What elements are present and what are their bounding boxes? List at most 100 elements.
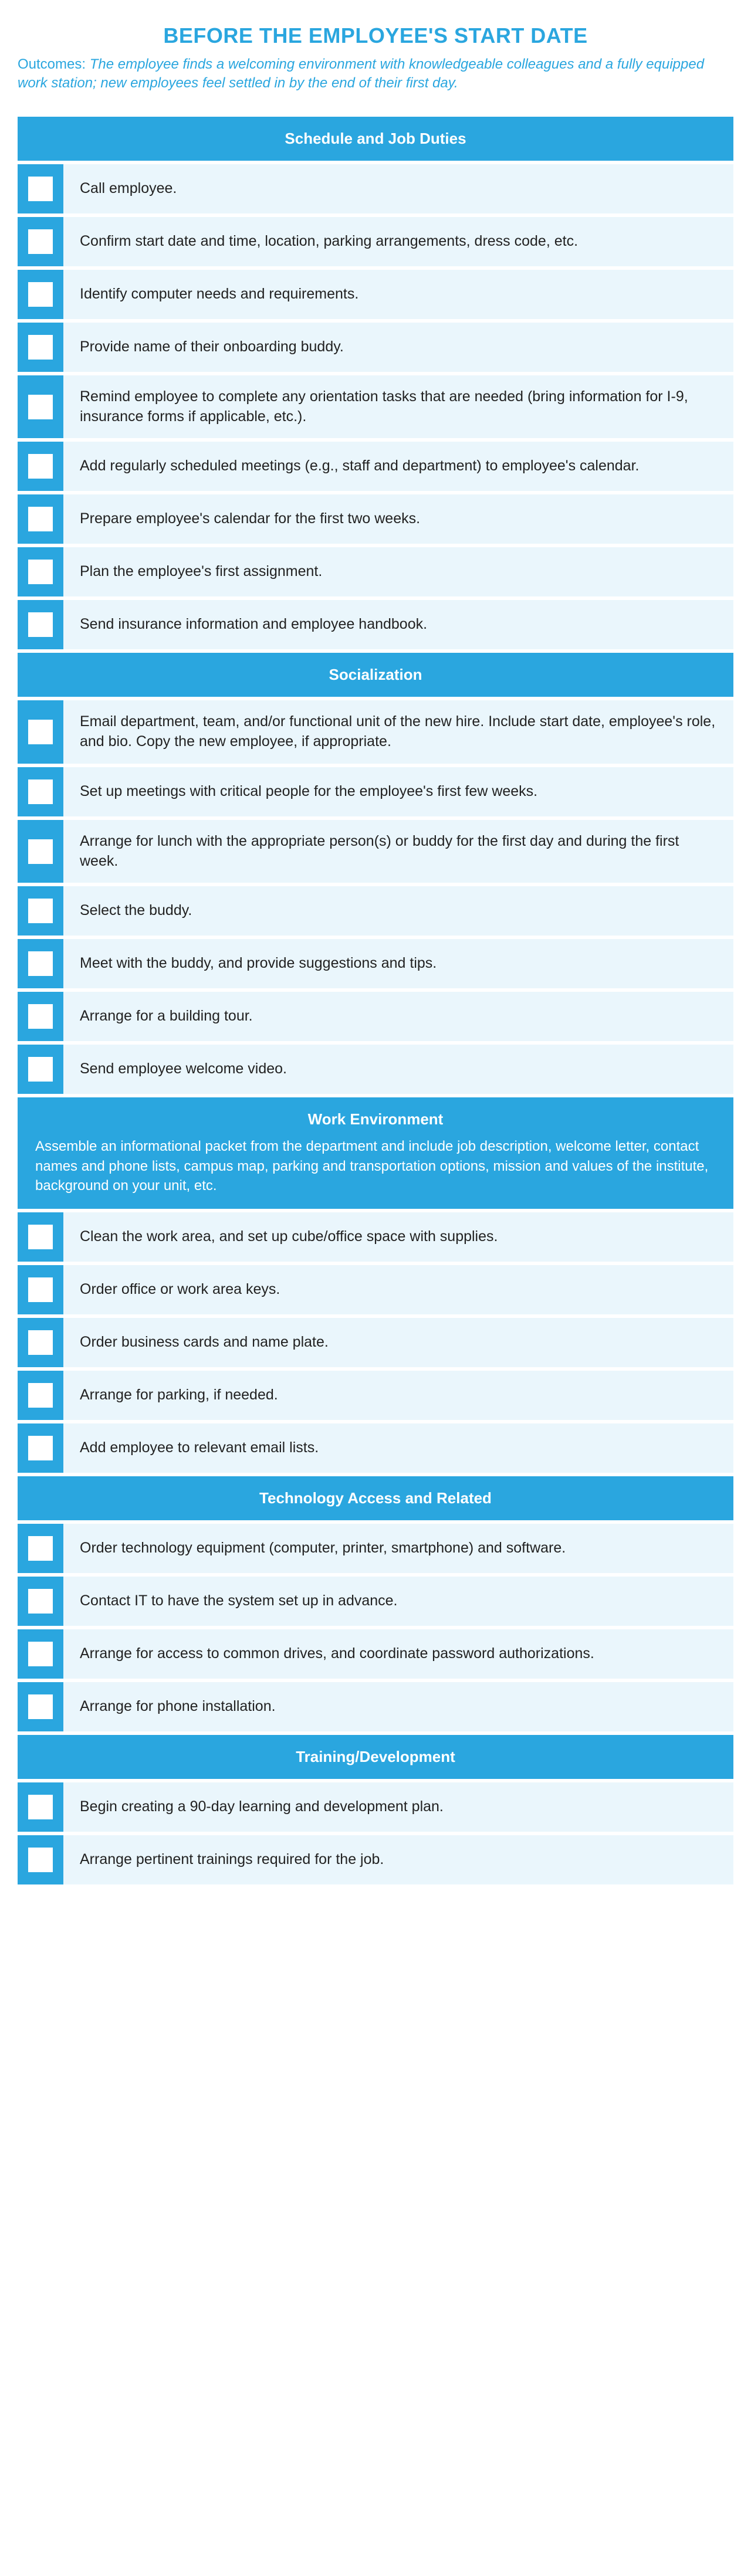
section-header-training: Training/Development [18, 1735, 733, 1779]
checkbox[interactable] [28, 454, 53, 479]
checklist-row: Email department, team, and/or functiona… [18, 697, 733, 764]
checklist-row: Clean the work area, and set up cube/off… [18, 1209, 733, 1262]
checkbox[interactable] [28, 507, 53, 531]
checkbox[interactable] [28, 395, 53, 419]
checkbox-cell [18, 700, 63, 764]
checklist-item-text: Clean the work area, and set up cube/off… [63, 1212, 733, 1262]
checkbox[interactable] [28, 1536, 53, 1561]
checklist-row: Arrange for access to common drives, and… [18, 1626, 733, 1679]
checkbox[interactable] [28, 335, 53, 360]
checkbox[interactable] [28, 612, 53, 637]
checkbox[interactable] [28, 1277, 53, 1302]
checkbox[interactable] [28, 282, 53, 307]
checkbox[interactable] [28, 720, 53, 744]
checklist-item-text: Order technology equipment (computer, pr… [63, 1524, 733, 1573]
section-header-tech: Technology Access and Related [18, 1476, 733, 1520]
checklist-row: Send employee welcome video. [18, 1041, 733, 1094]
checklist-item-text: Select the buddy. [63, 886, 733, 936]
checkbox-cell [18, 547, 63, 596]
checklist-item-text: Arrange for phone installation. [63, 1682, 733, 1731]
checkbox[interactable] [28, 1642, 53, 1666]
checkbox[interactable] [28, 1848, 53, 1872]
checklist-row: Confirm start date and time, location, p… [18, 213, 733, 266]
section-header-work-env: Work Environment [18, 1097, 733, 1138]
checkbox[interactable] [28, 229, 53, 254]
checkbox[interactable] [28, 560, 53, 584]
outcomes-paragraph: Outcomes: The employee finds a welcoming… [18, 55, 733, 93]
checkbox-cell [18, 217, 63, 266]
checklist-item-text: Email department, team, and/or functiona… [63, 700, 733, 764]
checklist-row: Add regularly scheduled meetings (e.g., … [18, 438, 733, 491]
checklist-row: Meet with the buddy, and provide suggest… [18, 936, 733, 988]
checkbox-cell [18, 1045, 63, 1094]
checkbox[interactable] [28, 1004, 53, 1029]
section-schedule: Call employee.Confirm start date and tim… [18, 161, 733, 650]
checkbox[interactable] [28, 1330, 53, 1355]
checklist-item-text: Order office or work area keys. [63, 1265, 733, 1314]
checklist-item-text: Provide name of their onboarding buddy. [63, 323, 733, 372]
checkbox[interactable] [28, 839, 53, 864]
checklist-row: Select the buddy. [18, 883, 733, 936]
checkbox-cell [18, 1782, 63, 1832]
checklist-item-text: Call employee. [63, 164, 733, 213]
section-header-socialization: Socialization [18, 653, 733, 697]
checklist-row: Arrange for a building tour. [18, 988, 733, 1041]
checklist-row: Arrange pertinent trainings required for… [18, 1832, 733, 1884]
outcomes-text: The employee finds a welcoming environme… [18, 56, 704, 91]
checklist-item-text: Arrange for a building tour. [63, 992, 733, 1041]
checkbox-cell [18, 1318, 63, 1367]
checklist-row: Add employee to relevant email lists. [18, 1420, 733, 1473]
checkbox[interactable] [28, 177, 53, 201]
checkbox[interactable] [28, 1383, 53, 1408]
main-title: BEFORE THE EMPLOYEE'S START DATE [18, 23, 733, 48]
checklist-item-text: Meet with the buddy, and provide suggest… [63, 939, 733, 988]
checklist-row: Call employee. [18, 161, 733, 213]
checkbox-cell [18, 494, 63, 544]
checkbox-cell [18, 820, 63, 883]
checklist-item-text: Remind employee to complete any orientat… [63, 375, 733, 439]
checkbox[interactable] [28, 1057, 53, 1082]
checklist-row: Remind employee to complete any orientat… [18, 372, 733, 439]
checklist-item-text: Arrange for parking, if needed. [63, 1371, 733, 1420]
checkbox[interactable] [28, 951, 53, 976]
checklist-row: Begin creating a 90-day learning and dev… [18, 1779, 733, 1832]
checklist-item-text: Arrange for access to common drives, and… [63, 1629, 733, 1679]
checkbox[interactable] [28, 1225, 53, 1249]
checklist-item-text: Send employee welcome video. [63, 1045, 733, 1094]
checkbox-cell [18, 1265, 63, 1314]
checklist-item-text: Add regularly scheduled meetings (e.g., … [63, 442, 733, 491]
outcomes-label: Outcomes: [18, 56, 90, 72]
checkbox-cell [18, 1629, 63, 1679]
checklist-item-text: Add employee to relevant email lists. [63, 1423, 733, 1473]
document-page: BEFORE THE EMPLOYEE'S START DATE Outcome… [0, 0, 751, 1902]
checkbox-cell [18, 992, 63, 1041]
checkbox-cell [18, 939, 63, 988]
checklist-row: Set up meetings with critical people for… [18, 764, 733, 816]
checkbox-cell [18, 767, 63, 816]
checkbox[interactable] [28, 1795, 53, 1819]
checkbox[interactable] [28, 1694, 53, 1719]
checklist-item-text: Contact IT to have the system set up in … [63, 1577, 733, 1626]
checklist-row: Arrange for parking, if needed. [18, 1367, 733, 1420]
checkbox[interactable] [28, 1589, 53, 1614]
checkbox-cell [18, 442, 63, 491]
checklist-row: Contact IT to have the system set up in … [18, 1573, 733, 1626]
checkbox-cell [18, 886, 63, 936]
checklist-item-text: Arrange pertinent trainings required for… [63, 1835, 733, 1884]
checkbox-cell [18, 164, 63, 213]
checklist-row: Plan the employee's first assignment. [18, 544, 733, 596]
checkbox[interactable] [28, 899, 53, 923]
checkbox-cell [18, 323, 63, 372]
checklist-item-text: Identify computer needs and requirements… [63, 270, 733, 319]
checklist-row: Order business cards and name plate. [18, 1314, 733, 1367]
checklist-row: Arrange for lunch with the appropriate p… [18, 816, 733, 883]
checklist-item-text: Plan the employee's first assignment. [63, 547, 733, 596]
section-header-work-env-block: Work Environment Assemble an information… [18, 1097, 733, 1209]
checkbox-cell [18, 600, 63, 649]
checkbox[interactable] [28, 1436, 53, 1460]
section-socialization: Email department, team, and/or functiona… [18, 697, 733, 1094]
checkbox-cell [18, 1212, 63, 1262]
section-training: Begin creating a 90-day learning and dev… [18, 1779, 733, 1884]
checkbox[interactable] [28, 779, 53, 804]
checkbox-cell [18, 375, 63, 439]
